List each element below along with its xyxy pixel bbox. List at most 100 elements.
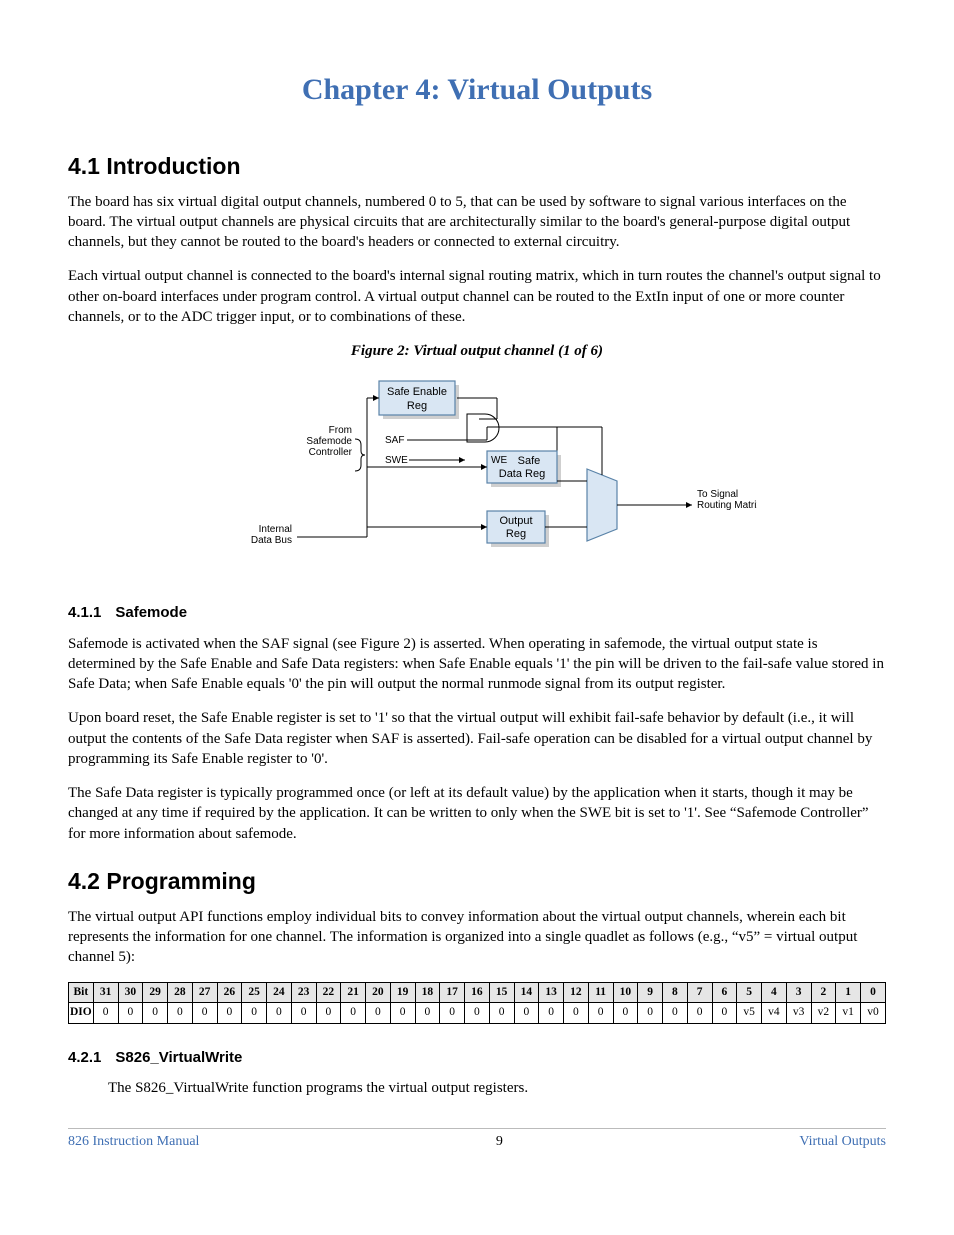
svg-text:Data Bus: Data Bus (251, 535, 292, 546)
bit-header-cell: 21 (341, 982, 366, 1003)
dio-cell: 0 (93, 1003, 118, 1024)
dio-cell: 0 (712, 1003, 737, 1024)
dio-cell: 0 (143, 1003, 168, 1024)
bit-header-cell: 22 (316, 982, 341, 1003)
output-reg-label: Output (499, 515, 532, 527)
to-matrix-label: To Signal (697, 489, 738, 500)
bit-header-cell: 10 (613, 982, 638, 1003)
bit-header-cell: 26 (217, 982, 242, 1003)
footer-page-number: 9 (496, 1133, 503, 1152)
dio-cell: 0 (514, 1003, 539, 1024)
bit-header-cell: 29 (143, 982, 168, 1003)
bit-header-cell: 8 (663, 982, 688, 1003)
internal-bus-label: Internal (259, 524, 292, 535)
dio-cell: 0 (118, 1003, 143, 1024)
dio-cell: 0 (366, 1003, 391, 1024)
section-4-2-1-p1: The S826_VirtualWrite function programs … (108, 1078, 886, 1098)
section-4-1-1-p2: Upon board reset, the Safe Enable regist… (68, 708, 886, 769)
bit-header-cell: 30 (118, 982, 143, 1003)
dio-cell: v5 (737, 1003, 762, 1024)
section-4-1-1-p3: The Safe Data register is typically prog… (68, 783, 886, 844)
bit-header-cell: 20 (366, 982, 391, 1003)
dio-cell: 0 (316, 1003, 341, 1024)
svg-text:Controller: Controller (309, 447, 353, 458)
dio-cell: 0 (267, 1003, 292, 1024)
dio-cell: 0 (291, 1003, 316, 1024)
bit-header-cell: 7 (687, 982, 712, 1003)
bit-header-cell: 25 (242, 982, 267, 1003)
bit-header-cell: 24 (267, 982, 292, 1003)
dio-cell: 0 (440, 1003, 465, 1024)
dio-cell: 0 (564, 1003, 589, 1024)
dio-cell: 0 (465, 1003, 490, 1024)
dio-cell: 0 (168, 1003, 193, 1024)
section-4-1-heading: 4.1 Introduction (68, 151, 886, 182)
dio-cell: 0 (613, 1003, 638, 1024)
bit-header-cell: 6 (712, 982, 737, 1003)
bit-layout-table: Bit3130292827262524232221201918171615141… (68, 982, 886, 1024)
section-4-1-p1: The board has six virtual digital output… (68, 192, 886, 253)
page-footer: 826 Instruction Manual 9 Virtual Outputs (68, 1128, 886, 1152)
dio-cell: v3 (786, 1003, 811, 1024)
dio-cell: 0 (638, 1003, 663, 1024)
bit-header-cell: 4 (762, 982, 787, 1003)
dio-cell: 0 (415, 1003, 440, 1024)
section-4-2-p1: The virtual output API functions employ … (68, 907, 886, 968)
footer-left: 826 Instruction Manual (68, 1133, 199, 1152)
section-4-2-1-heading: 4.2.1S826_VirtualWrite (68, 1048, 886, 1068)
dio-cell: 0 (217, 1003, 242, 1024)
bit-header-cell: 5 (737, 982, 762, 1003)
dio-cell: 0 (687, 1003, 712, 1024)
section-4-1-1-p1: Safemode is activated when the SAF signa… (68, 634, 886, 695)
we-label: WE (491, 455, 507, 466)
bit-header-cell: 2 (811, 982, 836, 1003)
dio-cell: v1 (836, 1003, 861, 1024)
bit-header-cell: 11 (588, 982, 613, 1003)
saf-label: SAF (385, 435, 404, 446)
swe-label: SWE (385, 455, 408, 466)
bit-header-cell: 17 (440, 982, 465, 1003)
bit-header-cell: 12 (564, 982, 589, 1003)
footer-right: Virtual Outputs (799, 1133, 886, 1152)
dio-row-label: DIO (69, 1003, 94, 1024)
safe-data-reg-label: Safe (518, 455, 541, 467)
bit-header-cell: 27 (192, 982, 217, 1003)
figure-caption: Figure 2: Virtual output channel (1 of 6… (68, 341, 886, 361)
dio-cell: v0 (861, 1003, 886, 1024)
svg-text:Reg: Reg (407, 400, 427, 412)
bit-header-cell: 23 (291, 982, 316, 1003)
dio-cell: 0 (663, 1003, 688, 1024)
safe-enable-reg-label: Safe Enable (387, 386, 447, 398)
bit-header-cell: 19 (390, 982, 415, 1003)
bit-header-cell: 1 (836, 982, 861, 1003)
figure-diagram: Safe Enable Reg From Safemode Controller… (68, 369, 886, 579)
dio-cell: 0 (390, 1003, 415, 1024)
dio-cell: 0 (192, 1003, 217, 1024)
section-4-1-1-heading: 4.1.1Safemode (68, 603, 886, 623)
bit-header-cell: 28 (168, 982, 193, 1003)
section-4-1-p2: Each virtual output channel is connected… (68, 266, 886, 327)
chapter-title: Chapter 4: Virtual Outputs (68, 70, 886, 111)
bit-header-cell: 13 (539, 982, 564, 1003)
dio-cell: 0 (539, 1003, 564, 1024)
svg-text:Safemode: Safemode (306, 436, 352, 447)
svg-text:Reg: Reg (506, 528, 526, 540)
bit-header-cell: 3 (786, 982, 811, 1003)
dio-cell: 0 (588, 1003, 613, 1024)
bit-header-cell: 16 (465, 982, 490, 1003)
bit-header-cell: 15 (489, 982, 514, 1003)
bit-header-cell: 14 (514, 982, 539, 1003)
from-safemode-label: From (329, 425, 352, 436)
bit-header-cell: 31 (93, 982, 118, 1003)
bit-header-cell: 9 (638, 982, 663, 1003)
bit-header-label: Bit (69, 982, 94, 1003)
dio-cell: 0 (242, 1003, 267, 1024)
svg-text:Routing Matrix: Routing Matrix (697, 500, 757, 511)
bit-header-cell: 18 (415, 982, 440, 1003)
svg-text:Data Reg: Data Reg (499, 468, 545, 480)
dio-cell: 0 (341, 1003, 366, 1024)
dio-cell: v4 (762, 1003, 787, 1024)
dio-cell: 0 (489, 1003, 514, 1024)
section-4-2-heading: 4.2 Programming (68, 866, 886, 897)
dio-cell: v2 (811, 1003, 836, 1024)
